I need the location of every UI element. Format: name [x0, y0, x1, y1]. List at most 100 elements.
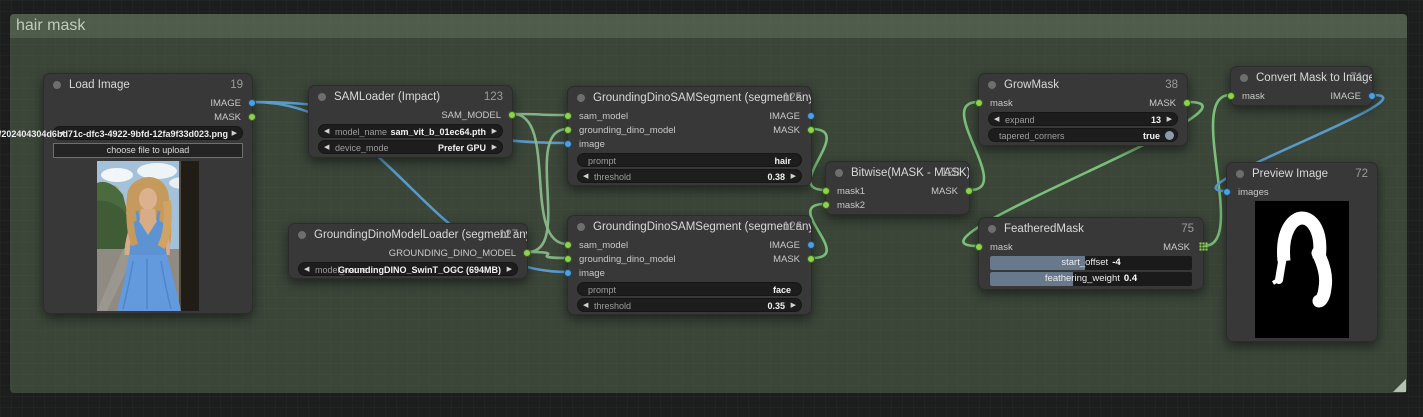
collapse-dot-icon[interactable]: [53, 81, 61, 89]
node-title: Preview Image: [1252, 168, 1328, 180]
sam-model-input-slot[interactable]: [564, 112, 572, 120]
collapse-dot-icon[interactable]: [318, 93, 326, 101]
next-arrow-icon[interactable]: ▶: [492, 127, 497, 135]
node-title: Load Image: [69, 79, 130, 91]
toggle-dot-icon[interactable]: [1165, 131, 1174, 140]
output-label: MASK: [214, 112, 241, 123]
mask-output-grid-icon[interactable]: [1199, 242, 1208, 251]
mask-output-slot[interactable]: [807, 255, 815, 263]
filename-text: oload/202404304d6bd71c-dfc3-4922-9bfd-12…: [0, 129, 228, 139]
node-bitwise-mask[interactable]: Bitwise(MASK - MASK) 128 mask1 MASK mask…: [825, 161, 970, 215]
next-arrow-icon[interactable]: ▶: [1167, 115, 1172, 123]
node-title: GroundingDinoModelLoader (segment anythi…: [314, 229, 527, 241]
node-id: 19: [230, 79, 243, 91]
node-title: GrowMask: [1004, 79, 1059, 91]
node-id: 38: [1165, 79, 1178, 91]
image-filename-combo[interactable]: oload/202404304d6bd71c-dfc3-4922-9bfd-12…: [53, 126, 243, 140]
feathering-weight-slider[interactable]: feathering_weight0.4: [990, 272, 1192, 286]
mask-input-slot[interactable]: [1227, 92, 1235, 100]
prompt-field[interactable]: prompt hair: [577, 153, 802, 167]
node-preview-image[interactable]: Preview Image 72 images: [1226, 162, 1378, 342]
node-load-image[interactable]: Load Image 19 IMAGE MASK oload/202404304…: [43, 73, 253, 314]
next-arrow-icon[interactable]: ▶: [791, 301, 796, 309]
prev-arrow-icon[interactable]: ◀: [583, 301, 588, 309]
model-name-combo[interactable]: ◀ model_name sam_vit_b_01ec64.pth ▶: [318, 124, 503, 138]
node-dino-sam-segment-hair[interactable]: GroundingDinoSAMSegment (segment anythin…: [567, 86, 812, 186]
prev-arrow-icon[interactable]: ◀: [994, 115, 999, 123]
node-dino-sam-segment-face[interactable]: GroundingDinoSAMSegment (segment anythin…: [567, 215, 812, 315]
prev-arrow-icon[interactable]: ◀: [324, 127, 329, 135]
node-title: GroundingDinoSAMSegment (segment anythin…: [593, 221, 811, 233]
threshold-stepper[interactable]: ◀ threshold 0.35 ▶: [577, 298, 802, 312]
node-graph-canvas[interactable]: hair mask Load Image 19 IMAGE MASK oload…: [0, 0, 1423, 417]
mask-output-slot[interactable]: [807, 126, 815, 134]
group-header[interactable]: hair mask: [10, 14, 1407, 38]
expand-stepper[interactable]: ◀ expand 13 ▶: [988, 112, 1178, 126]
next-arrow-icon[interactable]: ▶: [492, 143, 497, 151]
next-arrow-icon[interactable]: ▶: [507, 265, 512, 273]
prev-arrow-icon[interactable]: ◀: [304, 265, 309, 273]
next-arrow-icon[interactable]: ▶: [232, 129, 237, 137]
node-sam-loader[interactable]: SAMLoader (Impact) 123 SAM_MODEL ◀ model…: [308, 85, 513, 158]
threshold-stepper[interactable]: ◀ threshold 0.38 ▶: [577, 169, 802, 183]
node-title: FeatheredMask: [1004, 223, 1084, 235]
image-output-slot[interactable]: [1368, 92, 1376, 100]
node-id: 71: [1350, 72, 1363, 84]
image-input-slot[interactable]: [564, 269, 572, 277]
mask-output-slot[interactable]: [965, 187, 973, 195]
node-convert-mask-to-image[interactable]: Convert Mask to Image 71 mask IMAGE: [1230, 66, 1373, 106]
output-label: SAM_MODEL: [441, 110, 501, 121]
collapse-dot-icon[interactable]: [577, 94, 585, 102]
model-name-combo[interactable]: ◀ model_name GroundingDINO_SwinT_OGC (69…: [298, 262, 518, 276]
prev-arrow-icon[interactable]: ◀: [583, 172, 588, 180]
prev-arrow-icon[interactable]: ◀: [59, 129, 64, 137]
prompt-field[interactable]: prompt face: [577, 282, 802, 296]
mask-input-slot[interactable]: [975, 99, 983, 107]
mask-input-slot[interactable]: [975, 243, 983, 251]
image-output-slot[interactable]: [807, 112, 815, 120]
node-id: 128: [941, 167, 960, 179]
output-label: GROUNDING_DINO_MODEL: [389, 248, 516, 259]
node-id: 126: [783, 221, 802, 233]
collapse-dot-icon[interactable]: [988, 225, 996, 233]
collapse-dot-icon[interactable]: [1236, 170, 1244, 178]
collapse-dot-icon[interactable]: [835, 169, 843, 177]
mask2-input-slot[interactable]: [822, 201, 830, 209]
images-input-slot[interactable]: [1223, 188, 1231, 196]
tapered-corners-toggle[interactable]: tapered_corners true: [988, 128, 1178, 142]
sam-model-input-slot[interactable]: [564, 241, 572, 249]
mask1-input-slot[interactable]: [822, 187, 830, 195]
node-id: 127: [499, 229, 518, 241]
node-id: 125: [783, 92, 802, 104]
node-grounding-dino-model-loader[interactable]: GroundingDinoModelLoader (segment anythi…: [288, 223, 528, 279]
group-title: hair mask: [16, 17, 85, 35]
collapse-dot-icon[interactable]: [577, 223, 585, 231]
choose-file-button[interactable]: choose file to upload: [53, 143, 243, 158]
device-mode-combo[interactable]: ◀ device_mode Prefer GPU ▶: [318, 140, 503, 154]
hair-mask-preview-image: [1255, 201, 1349, 338]
dino-model-input-slot[interactable]: [564, 126, 572, 134]
sam-model-output-slot[interactable]: [508, 111, 516, 119]
image-input-slot[interactable]: [564, 140, 572, 148]
output-label: IMAGE: [210, 98, 241, 109]
start-offset-slider[interactable]: start_offset-4: [990, 256, 1192, 270]
mask-output-slot[interactable]: [248, 113, 256, 121]
collapse-dot-icon[interactable]: [1240, 74, 1248, 82]
collapse-dot-icon[interactable]: [298, 231, 306, 239]
node-feathered-mask[interactable]: FeatheredMask 75 mask MASK start_offset-…: [978, 217, 1204, 290]
image-output-slot[interactable]: [807, 241, 815, 249]
node-title: SAMLoader (Impact): [334, 91, 440, 103]
mask-output-slot[interactable]: [1183, 99, 1191, 107]
node-grow-mask[interactable]: GrowMask 38 mask MASK ◀ expand 13 ▶ tape…: [978, 73, 1188, 146]
node-id: 72: [1355, 168, 1368, 180]
loaded-photo-preview: [97, 161, 199, 311]
next-arrow-icon[interactable]: ▶: [791, 172, 796, 180]
dino-model-output-slot[interactable]: [523, 249, 531, 257]
dino-model-input-slot[interactable]: [564, 255, 572, 263]
collapse-dot-icon[interactable]: [988, 81, 996, 89]
group-resize-handle[interactable]: [1393, 379, 1406, 392]
node-id: 123: [484, 91, 503, 103]
image-output-slot[interactable]: [248, 99, 256, 107]
prev-arrow-icon[interactable]: ◀: [324, 143, 329, 151]
node-id: 75: [1181, 223, 1194, 235]
